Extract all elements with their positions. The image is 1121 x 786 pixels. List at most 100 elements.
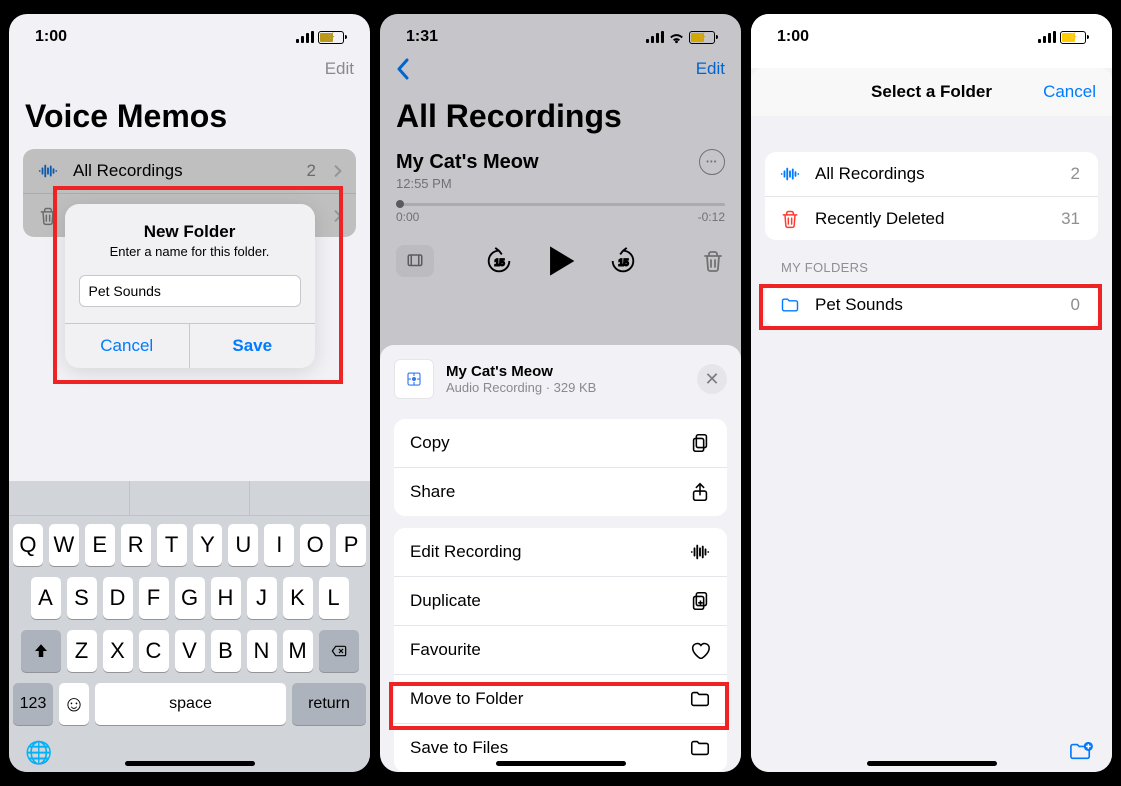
key-y[interactable]: Y [193, 524, 223, 566]
key-p[interactable]: P [336, 524, 366, 566]
key-g[interactable]: G [175, 577, 205, 619]
menu-duplicate[interactable]: Duplicate [394, 576, 727, 625]
more-button[interactable]: ••• [699, 149, 725, 175]
alert-cancel-button[interactable]: Cancel [65, 324, 190, 368]
back-button[interactable] [396, 58, 410, 80]
key-n[interactable]: N [247, 630, 277, 672]
key-v[interactable]: V [175, 630, 205, 672]
nav-bar: Edit [380, 54, 741, 88]
wifi-icon [668, 31, 685, 44]
folder-label: All Recordings [815, 164, 1057, 184]
alert-title: New Folder [79, 222, 301, 242]
key-q[interactable]: Q [13, 524, 43, 566]
cellular-icon [296, 31, 314, 43]
key-i[interactable]: I [264, 524, 294, 566]
key-b[interactable]: B [211, 630, 241, 672]
cancel-button[interactable]: Cancel [1043, 82, 1096, 102]
cellular-icon [1038, 31, 1056, 43]
delete-button[interactable] [701, 248, 725, 274]
emoji-key[interactable]: ☺ [59, 683, 89, 725]
globe-icon[interactable]: 🌐 [25, 740, 52, 766]
folder-label: Pet Sounds [815, 295, 1057, 315]
keyboard[interactable]: QWERTYUIOP ASDFGHJKL ZXCVBNM 123 ☺ space… [9, 481, 370, 772]
menu-label: Duplicate [410, 591, 481, 611]
user-folder-list: Pet Sounds 0 [765, 283, 1098, 327]
numbers-key[interactable]: 123 [13, 683, 53, 725]
backspace-key[interactable] [319, 630, 359, 672]
key-f[interactable]: F [139, 577, 169, 619]
home-indicator[interactable] [125, 761, 255, 766]
play-button[interactable] [546, 244, 576, 278]
phone-3-select-folder: 1:00 ⚡ Select a Folder Cancel All Record… [751, 14, 1112, 772]
key-a[interactable]: A [31, 577, 61, 619]
elapsed-time: 0:00 [396, 210, 419, 224]
space-key[interactable]: space [95, 683, 286, 725]
phone-2-share-sheet: 1:31 ⚡ Edit All Recordings My Cat's Meow… [380, 14, 741, 772]
folder-icon [779, 295, 801, 315]
folder-label: All Recordings [73, 161, 293, 181]
battery-icon: ⚡ [318, 31, 344, 44]
battery-icon: ⚡ [689, 31, 715, 44]
chevron-right-icon [334, 209, 342, 223]
close-button[interactable]: ✕ [697, 364, 727, 394]
trash-icon [779, 209, 801, 229]
key-d[interactable]: D [103, 577, 133, 619]
recording-name: My Cat's Meow [380, 149, 741, 174]
menu-favourite[interactable]: Favourite [394, 625, 727, 674]
menu-label: Share [410, 482, 455, 502]
status-bar: 1:00 ⚡ [9, 14, 370, 54]
copy-icon [689, 432, 711, 454]
status-bar: 1:00 ⚡ [751, 14, 1112, 54]
row-recently-deleted[interactable]: Recently Deleted 31 [765, 196, 1098, 240]
key-m[interactable]: M [283, 630, 313, 672]
key-l[interactable]: L [319, 577, 349, 619]
home-indicator[interactable] [496, 761, 626, 766]
key-s[interactable]: S [67, 577, 97, 619]
shift-key[interactable] [21, 630, 61, 672]
key-w[interactable]: W [49, 524, 79, 566]
trim-button[interactable] [396, 245, 434, 277]
key-r[interactable]: R [121, 524, 151, 566]
new-folder-button[interactable] [1068, 740, 1094, 762]
key-c[interactable]: C [139, 630, 169, 672]
key-x[interactable]: X [103, 630, 133, 672]
folder-count: 0 [1071, 295, 1080, 315]
key-o[interactable]: O [300, 524, 330, 566]
key-z[interactable]: Z [67, 630, 97, 672]
edit-button[interactable]: Edit [696, 59, 725, 79]
key-t[interactable]: T [157, 524, 187, 566]
menu-move-to-folder[interactable]: Move to Folder [394, 674, 727, 723]
duplicate-icon [689, 590, 711, 612]
menu-edit-recording[interactable]: Edit Recording [394, 528, 727, 576]
chevron-right-icon [334, 164, 342, 178]
home-indicator[interactable] [867, 761, 997, 766]
edit-button[interactable]: Edit [325, 59, 354, 79]
waveform-icon [689, 541, 711, 563]
folder-name-input[interactable] [79, 275, 301, 307]
menu-share[interactable]: Share [394, 467, 727, 516]
folder-count: 2 [307, 161, 316, 181]
system-folder-list: All Recordings 2 Recently Deleted 31 [765, 152, 1098, 240]
key-h[interactable]: H [211, 577, 241, 619]
return-key[interactable]: return [292, 683, 366, 725]
cellular-icon [646, 31, 664, 43]
key-e[interactable]: E [85, 524, 115, 566]
menu-label: Move to Folder [410, 689, 523, 709]
skip-forward-button[interactable]: 15 [608, 246, 638, 276]
alert-save-button[interactable]: Save [189, 324, 315, 368]
row-pet-sounds[interactable]: Pet Sounds 0 [765, 283, 1098, 327]
key-u[interactable]: U [228, 524, 258, 566]
key-j[interactable]: J [247, 577, 277, 619]
row-all-recordings[interactable]: All Recordings 2 [23, 149, 356, 193]
section-header-my-folders: My Folders [751, 240, 1112, 283]
folder-icon [689, 737, 711, 759]
remaining-time: -0:12 [698, 210, 725, 224]
key-k[interactable]: K [283, 577, 313, 619]
nav-bar: Edit [9, 54, 370, 88]
keyboard-suggestions[interactable] [9, 481, 370, 516]
playback-scrubber[interactable]: 0:00 -0:12 [396, 203, 725, 224]
menu-copy[interactable]: Copy [394, 419, 727, 467]
skip-back-button[interactable]: 15 [484, 246, 514, 276]
share-sheet: My Cat's Meow Audio Recording · 329 KB ✕… [380, 345, 741, 772]
row-all-recordings[interactable]: All Recordings 2 [765, 152, 1098, 196]
